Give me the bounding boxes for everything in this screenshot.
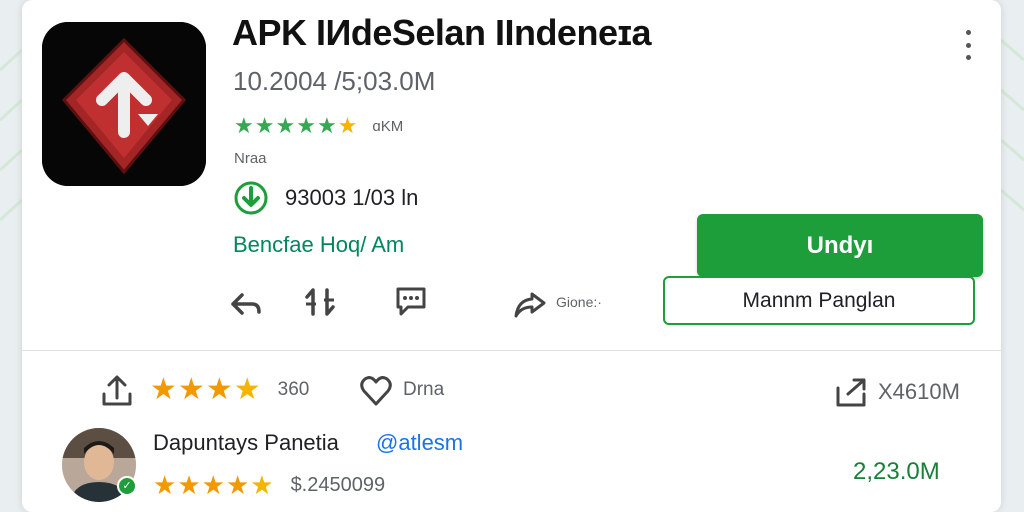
verified-badge-icon: ✓ [117, 476, 137, 496]
verified-text: 93003 1/03 ln [285, 185, 419, 210]
star-icon: ★ [250, 470, 274, 500]
stats-row: ★ ★ ★ ★ 360 [100, 372, 309, 408]
size-label: X4610M [878, 379, 960, 404]
reviewer-handle[interactable]: @atlesm [376, 430, 463, 456]
star-icon: ★ [150, 373, 177, 406]
install-button[interactable]: Undyı [697, 214, 983, 277]
star-icon: ★ [234, 113, 254, 138]
app-logo-icon [42, 22, 206, 186]
upload-icon[interactable] [100, 372, 134, 408]
star-icon: ★ [275, 113, 296, 138]
sort-icon[interactable] [302, 284, 338, 320]
section-divider [22, 350, 1001, 351]
verified-row: 93003 1/03 ln [233, 180, 418, 216]
star-icon: ★ [225, 470, 250, 500]
star-icon: ★ [254, 113, 275, 138]
stats-rating-count: 360 [277, 379, 310, 400]
star-icon: ★ [316, 113, 337, 138]
star-icon: ★ [233, 373, 261, 406]
download-box-icon[interactable] [834, 376, 870, 408]
app-title: APK IИdeSelan IIndeneɪa [232, 12, 652, 53]
review-rating: ★ ★ ★ ★ ★ $.2450099 [153, 472, 385, 498]
comment-icon[interactable] [393, 283, 429, 319]
star-icon: ★ [296, 113, 316, 138]
star-icon: ★ [177, 470, 201, 500]
star-icon: ★ [337, 113, 358, 138]
reviewer-name: Dapuntays Panetia [153, 430, 339, 455]
heart-icon[interactable] [359, 374, 393, 408]
likes-label: Drna [403, 379, 445, 400]
share-label[interactable]: Gione:· [556, 294, 602, 310]
app-version: 10.2004 /5;03.0M [233, 66, 436, 96]
app-rating: ★ ★ ★ ★ ★ ★ ɑKM [234, 115, 403, 137]
verified-shield-icon [234, 181, 268, 215]
rating-count: ɑKM [372, 117, 404, 135]
star-icon: ★ [201, 470, 225, 500]
more-vert-icon[interactable] [958, 30, 978, 60]
developer-link[interactable]: Bencfae Hoq/ Am [233, 232, 404, 258]
rating-stars: ★ ★ ★ ★ ★ ★ [234, 115, 358, 137]
review-meta: $.2450099 [290, 473, 386, 496]
share-icon[interactable] [512, 286, 548, 322]
review-downloads: 2,23.0M [853, 458, 940, 485]
stats-stars: ★ ★ ★ ★ [150, 375, 262, 405]
app-category: Nraa [234, 150, 267, 167]
secondary-button[interactable]: Mannm Panglan [663, 276, 975, 325]
star-icon: ★ [205, 373, 233, 406]
review-stars: ★ ★ ★ ★ ★ [153, 472, 275, 498]
star-icon: ★ [153, 470, 177, 500]
reply-icon[interactable] [228, 286, 264, 322]
star-icon: ★ [177, 373, 205, 406]
